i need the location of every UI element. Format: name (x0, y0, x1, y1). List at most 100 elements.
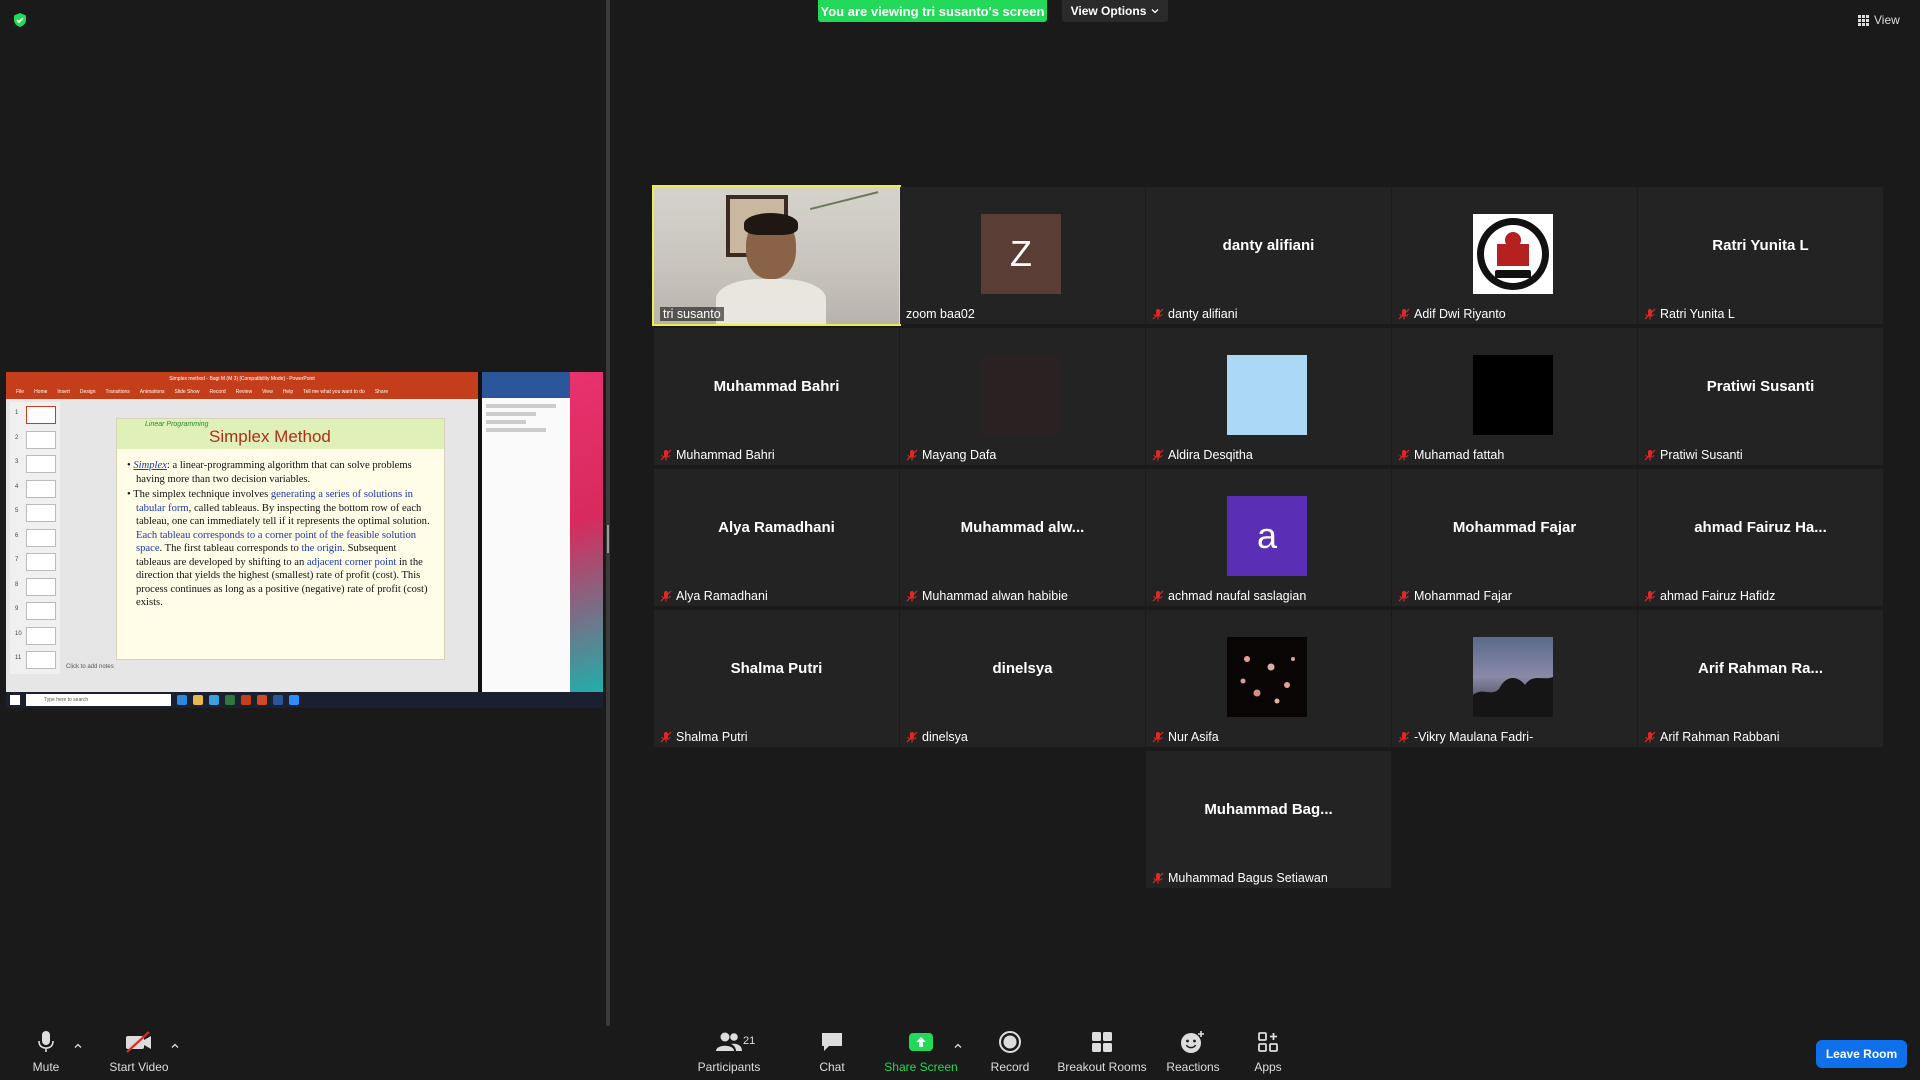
mic-off-icon (1398, 449, 1410, 461)
participant-tile[interactable]: Alya Ramadhani Alya Ramadhani (654, 469, 899, 606)
apps-label: Apps (1254, 1060, 1282, 1074)
mute-options-chevron-icon[interactable] (73, 1041, 83, 1051)
participant-tile[interactable]: Muhamad fattah (1392, 328, 1637, 465)
participant-name-label: Alya Ramadhani (660, 589, 768, 603)
reactions-label: Reactions (1166, 1060, 1220, 1074)
participant-name: -Vikry Maulana Fadri- (1414, 730, 1534, 744)
participant-avatar (1473, 637, 1553, 717)
participant-tile[interactable]: Mayang Dafa (900, 328, 1145, 465)
participant-name-display: Arif Rahman Ra... (1697, 660, 1824, 677)
participant-name-display: ahmad Fairuz Ha... (1694, 519, 1827, 536)
participant-name-display: Pratiwi Susanti (1706, 378, 1815, 395)
mic-icon (38, 1028, 54, 1056)
pane-line (486, 412, 536, 416)
participant-name-label: Pratiwi Susanti (1644, 448, 1743, 462)
chat-icon (820, 1028, 844, 1056)
slide-thumbnail: 8 (15, 577, 56, 596)
share-arrow-icon (908, 1028, 934, 1056)
apps-button[interactable]: Apps (1248, 1026, 1288, 1080)
ppt-ribbon-tab: Record (209, 389, 226, 395)
shield-check-icon[interactable] (12, 12, 28, 28)
participant-tile[interactable]: a achmad naufal saslagian (1146, 469, 1391, 606)
participant-tile[interactable]: Arif Rahman Ra... Arif Rahman Rabbani (1638, 610, 1883, 747)
ppt-ribbon-tabs: File Home Insert Design Transitions Animation… (6, 385, 478, 399)
share-screen-button[interactable]: Share Screen (880, 1026, 962, 1080)
mute-button[interactable]: Mute (22, 1026, 70, 1080)
participant-name: achmad naufal saslagian (1168, 589, 1307, 603)
split-divider-handle[interactable] (607, 525, 609, 553)
slide-thumbnail-number: 6 (15, 532, 19, 539)
participant-name: Shalma Putri (676, 730, 748, 744)
slide-bullet-1: • Simplex: a linear-programming algorith… (127, 460, 412, 485)
participant-tile[interactable]: Ratri Yunita L Ratri Yunita L (1638, 187, 1883, 324)
chat-button[interactable]: Chat (808, 1026, 856, 1080)
split-divider[interactable] (606, 0, 610, 1026)
slide-thumbnail-number: 4 (15, 483, 19, 490)
taskbar-app-icon (289, 695, 299, 705)
participant-name: Muhammad Bagus Setiawan (1168, 871, 1328, 885)
ppt-ribbon-tab: Review (235, 389, 253, 395)
participant-tile[interactable]: Adif Dwi Riyanto (1392, 187, 1637, 324)
participant-name: dinelsya (922, 730, 968, 744)
participant-name-label: Muhamad fattah (1398, 448, 1504, 462)
ppt-ribbon-tab: Design (79, 389, 96, 395)
reaction-smile-icon (1180, 1028, 1206, 1056)
video-options-chevron-icon[interactable] (170, 1041, 180, 1051)
participant-tile[interactable]: Mohammad Fajar Mohammad Fajar (1392, 469, 1637, 606)
breakout-rooms-button[interactable]: Breakout Rooms (1055, 1026, 1149, 1080)
mic-off-icon (660, 590, 672, 602)
participant-tile[interactable]: Zzoom baa02 (900, 187, 1145, 324)
mic-off-icon (660, 449, 672, 461)
participant-tile[interactable]: Aldira Desqitha (1146, 328, 1391, 465)
mic-off-icon (1398, 590, 1410, 602)
taskbar-app-icon (257, 695, 267, 705)
participant-name-label: -Vikry Maulana Fadri- (1398, 730, 1533, 744)
video-off-icon (124, 1028, 154, 1056)
participant-tile[interactable]: Muhammad Bag... Muhammad Bagus Setiawan (1146, 751, 1391, 888)
participants-button[interactable]: Participants (688, 1026, 770, 1080)
mic-off-icon (1644, 449, 1656, 461)
participant-tile[interactable]: ahmad Fairuz Ha... ahmad Fairuz Hafidz (1638, 469, 1883, 606)
taskbar-app-icon (273, 695, 283, 705)
participant-tile[interactable]: danty alifiani danty alifiani (1146, 187, 1391, 324)
participant-avatar: a (1227, 496, 1307, 576)
mic-off-icon (1644, 731, 1656, 743)
slide-thumbnail-number: 7 (15, 557, 19, 563)
participant-tile[interactable]: Nur Asifa (1146, 610, 1391, 747)
participant-name: Muhamad fattah (1414, 448, 1505, 462)
participant-count-badge: 21 (743, 1035, 756, 1047)
view-options-button[interactable]: View Options (1062, 0, 1168, 22)
mic-off-icon (906, 590, 918, 602)
participant-tile[interactable]: Pratiwi Susanti Pratiwi Susanti (1638, 328, 1883, 465)
participant-name-label: zoom baa02 (906, 307, 975, 321)
slide-thumbnail-number: 10 (15, 630, 22, 637)
avatar-initial: a (1256, 515, 1278, 556)
ppt-title-bar: Simplex method - Bagi M (M 3) [Compatibi… (6, 372, 478, 385)
participant-tile[interactable]: Shalma Putri Shalma Putri (654, 610, 899, 747)
start-video-button[interactable]: Start Video (104, 1026, 174, 1080)
record-button[interactable]: Record (985, 1026, 1035, 1080)
slide-thumbnail: 10 (15, 626, 56, 645)
participant-name: Ratri Yunita L (1660, 307, 1735, 321)
slide-subtitle: Linear Programming (145, 421, 209, 428)
share-options-chevron-icon[interactable] (953, 1041, 963, 1051)
start-video-label: Start Video (109, 1060, 169, 1074)
taskbar-app-icon (209, 695, 219, 705)
participant-tile[interactable]: tri susanto (652, 185, 901, 326)
ppt-ribbon-tab: Animations (139, 389, 165, 395)
participant-name: Mohammad Fajar (1414, 589, 1512, 603)
participant-tile[interactable]: dinelsya dinelsya (900, 610, 1145, 747)
participant-tile[interactable]: -Vikry Maulana Fadri- (1392, 610, 1637, 747)
ppt-ribbon-tab: Insert (57, 389, 70, 395)
view-button[interactable]: View (1858, 10, 1900, 30)
leave-room-button[interactable]: Leave Room (1816, 1040, 1907, 1068)
participant-tile[interactable]: Muhammad alw... Muhammad alwan habibie (900, 469, 1145, 606)
mute-label: Mute (32, 1060, 60, 1074)
mic-off-icon (906, 731, 918, 743)
slide-title: Simplex Method (209, 427, 331, 446)
mic-off-icon (1644, 590, 1656, 602)
slide-thumbnail: 7 (15, 553, 56, 571)
slide-thumbnail: 1 (15, 406, 56, 424)
reactions-button[interactable]: Reactions (1164, 1026, 1222, 1080)
participant-tile[interactable]: Muhammad Bahri Muhammad Bahri (654, 328, 899, 465)
